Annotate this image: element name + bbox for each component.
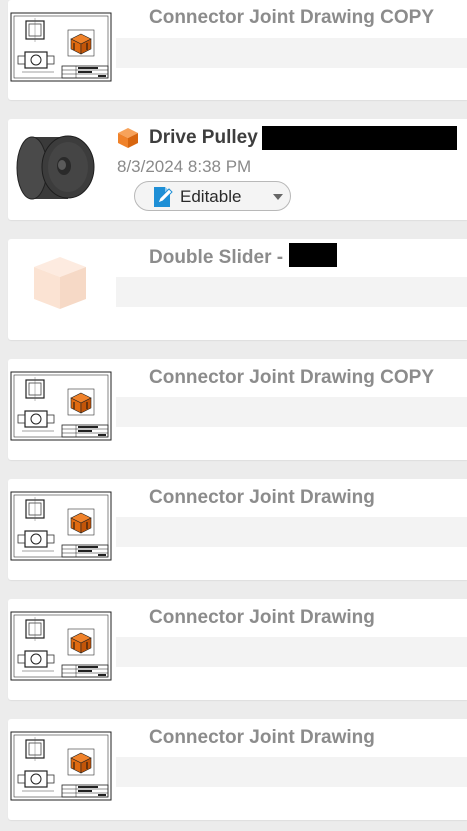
placeholder-bar: [116, 757, 467, 787]
item-title: Connector Joint Drawing COPY: [149, 7, 435, 28]
edit-document-icon: [154, 187, 173, 207]
drawing-thumbnail: [10, 371, 112, 441]
item-title: Connector Joint Drawing: [149, 607, 375, 628]
redacted-block: [289, 243, 337, 267]
placeholder-bar: [116, 637, 467, 667]
drawing-thumbnail: [10, 12, 112, 82]
drawing-thumbnail: [10, 491, 112, 561]
list-item[interactable]: Connector Joint Drawing COPY: [8, 0, 467, 100]
item-title: Drive Pulley: [149, 127, 258, 148]
list-item[interactable]: Connector Joint Drawing: [8, 719, 467, 820]
list-item[interactable]: Drive Pulley 8/3/2024 8:38 PM Editable: [8, 119, 467, 220]
editable-label: Editable: [180, 187, 242, 206]
drawing-thumbnail: [10, 731, 112, 801]
list-item[interactable]: Double Slider -: [8, 239, 467, 340]
item-title: Connector Joint Drawing COPY: [149, 367, 435, 388]
placeholder-bar: [116, 277, 467, 307]
placeholder-bar: [116, 38, 467, 68]
item-title: Connector Joint Drawing: [149, 727, 375, 748]
item-title: Connector Joint Drawing: [149, 487, 375, 508]
redacted-block: [262, 126, 457, 150]
pulley-thumbnail: [16, 135, 95, 200]
item-date: 8/3/2024 8:38 PM: [117, 157, 252, 176]
item-title: Double Slider -: [149, 247, 284, 268]
placeholder-bar: [116, 517, 467, 547]
orange-cube-icon: [118, 128, 138, 148]
list-item[interactable]: Connector Joint Drawing: [8, 479, 467, 580]
drawing-thumbnail: [10, 611, 112, 681]
chevron-down-icon: [273, 194, 283, 200]
faint-cube-thumbnail: [34, 257, 86, 309]
editable-dropdown[interactable]: Editable: [134, 181, 291, 211]
list-item[interactable]: Connector Joint Drawing COPY: [8, 359, 467, 460]
list-item[interactable]: Connector Joint Drawing: [8, 599, 467, 700]
placeholder-bar: [116, 397, 467, 427]
